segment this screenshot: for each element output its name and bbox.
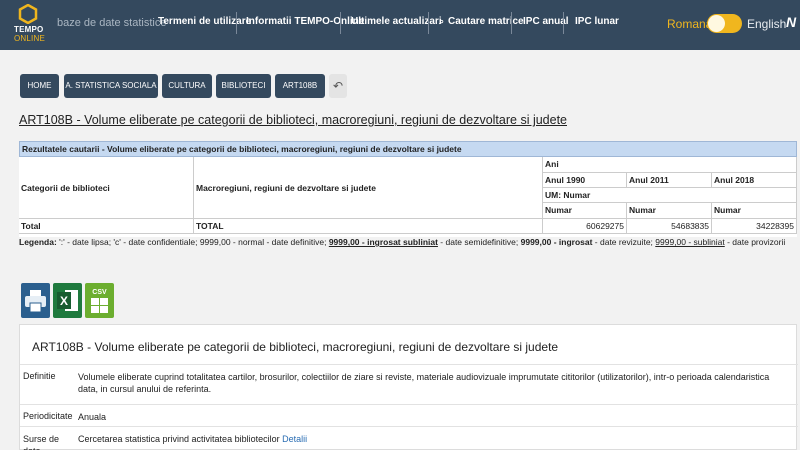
nav-ipc-lunar[interactable]: IPC lunar	[575, 16, 619, 30]
legend-part: - date provizorii	[724, 237, 786, 247]
search-icon[interactable]: ⌕	[439, 16, 444, 30]
column-header-macroregiuni: Macroregiuni, regiuni de dezvoltare si j…	[194, 157, 543, 219]
tempo-logo[interactable]: TEMPO ONLINE	[14, 4, 45, 46]
legend-part: - date revizuite;	[592, 237, 656, 247]
metadata-row-definitie: Definitie Volumele eliberate cuprind tot…	[20, 364, 798, 404]
nav-divider	[511, 12, 512, 34]
row-label-total: Total	[19, 219, 194, 234]
excel-export-icon[interactable]: X	[53, 283, 82, 318]
site-subtitle: baze de date statistice	[57, 17, 167, 29]
value-cell-1990: 60629275	[543, 219, 627, 234]
year-header: Anul 2011	[627, 173, 712, 188]
metadata-key: Surse de date	[23, 434, 60, 450]
legend-text: Legenda: ':' - date lipsa; 'c' - date co…	[19, 237, 797, 248]
nav-ipc-anual[interactable]: IPC anual	[523, 16, 569, 30]
metadata-row-surse: Surse de date Cercetarea statistica priv…	[20, 426, 798, 450]
csv-label: CSV	[92, 289, 107, 296]
nav-termeni[interactable]: Termeni de utilizare	[158, 16, 251, 30]
column-header-categorii: Categorii de biblioteci	[19, 157, 194, 219]
legend-part: - date semidefinitive;	[437, 237, 521, 247]
row-label-total-region: TOTAL	[194, 219, 543, 234]
page-title[interactable]: ART108B - Volume eliberate pe categorii …	[19, 113, 567, 127]
nav-divider	[563, 12, 564, 34]
excel-letter: X	[60, 294, 68, 308]
year-header: Anul 2018	[712, 173, 797, 188]
hexagon-logo-icon	[18, 4, 38, 24]
results-table: Rezultatele cautarii - Volume eliberate …	[19, 141, 797, 237]
metadata-source-text: Cercetarea statistica privind activitate…	[78, 434, 283, 444]
breadcrumb-art108b[interactable]: ART108B	[275, 74, 325, 98]
value-cell-2018: 34228395	[712, 219, 797, 234]
nav-divider	[428, 12, 429, 34]
lang-romana[interactable]: Romana	[667, 17, 712, 31]
top-navigation-bar: TEMPO ONLINE baze de date statistice Ter…	[0, 0, 800, 50]
toggle-knob	[708, 15, 725, 32]
metadata-title: ART108B - Volume eliberate pe categorii …	[32, 340, 559, 354]
value-cell-2011: 54683835	[627, 219, 712, 234]
legend-part: ':' - date lipsa; 'c' - date confidentia…	[56, 237, 329, 247]
unit-cell: Numar	[627, 203, 712, 219]
legend-provizorii: 9999,00 - subliniat	[655, 237, 725, 247]
csv-export-icon[interactable]: CSV	[85, 283, 114, 318]
unit-cell: Numar	[712, 203, 797, 219]
metadata-value: Anuala	[78, 412, 107, 422]
partial-icon: N	[786, 14, 797, 30]
year-header: Anul 1990	[543, 173, 627, 188]
unit-cell: Numar	[543, 203, 627, 219]
breadcrumb-home[interactable]: HOME	[20, 74, 59, 98]
legend-revizuite: 9999,00 - ingrosat	[520, 237, 593, 247]
legend-label: Legenda:	[19, 237, 57, 247]
breadcrumb-cultura[interactable]: CULTURA	[162, 74, 212, 98]
language-toggle[interactable]	[707, 14, 742, 33]
logo-subtext: ONLINE	[14, 34, 45, 43]
column-header-ani: Ani	[543, 157, 797, 173]
lang-english[interactable]: English	[747, 17, 786, 31]
table-body: Categorii de biblioteci Macroregiuni, re…	[19, 157, 797, 237]
back-icon[interactable]: ↶	[329, 74, 347, 98]
table-caption: Rezultatele cautarii - Volume eliberate …	[19, 141, 797, 157]
breadcrumb-statistica-sociala[interactable]: A. STATISTICA SOCIALA	[64, 74, 158, 98]
nav-divider	[340, 12, 341, 34]
metadata-card: ART108B - Volume eliberate pe categorii …	[19, 324, 798, 450]
legend-semidefinitive: 9999,00 - ingrosat subliniat	[328, 237, 438, 247]
nav-informatii[interactable]: Informatii TEMPO-Online	[246, 16, 364, 30]
unit-header: UM: Numar	[543, 188, 797, 203]
metadata-value: Cercetarea statistica privind activitate…	[78, 433, 790, 445]
details-link[interactable]: Detalii	[282, 434, 307, 444]
printer-icon[interactable]	[21, 283, 50, 318]
logo-text: TEMPO	[14, 25, 44, 34]
metadata-key: Definitie	[23, 371, 56, 381]
nav-divider	[236, 12, 237, 34]
metadata-value: Volumele eliberate cuprind totalitatea c…	[78, 372, 770, 394]
breadcrumb-biblioteci[interactable]: BIBLIOTECI	[216, 74, 271, 98]
metadata-key: Periodicitate	[23, 411, 73, 421]
metadata-row-periodicitate: Periodicitate Anuala	[20, 404, 798, 426]
nav-cautare[interactable]: Cautare matrice	[448, 16, 524, 30]
